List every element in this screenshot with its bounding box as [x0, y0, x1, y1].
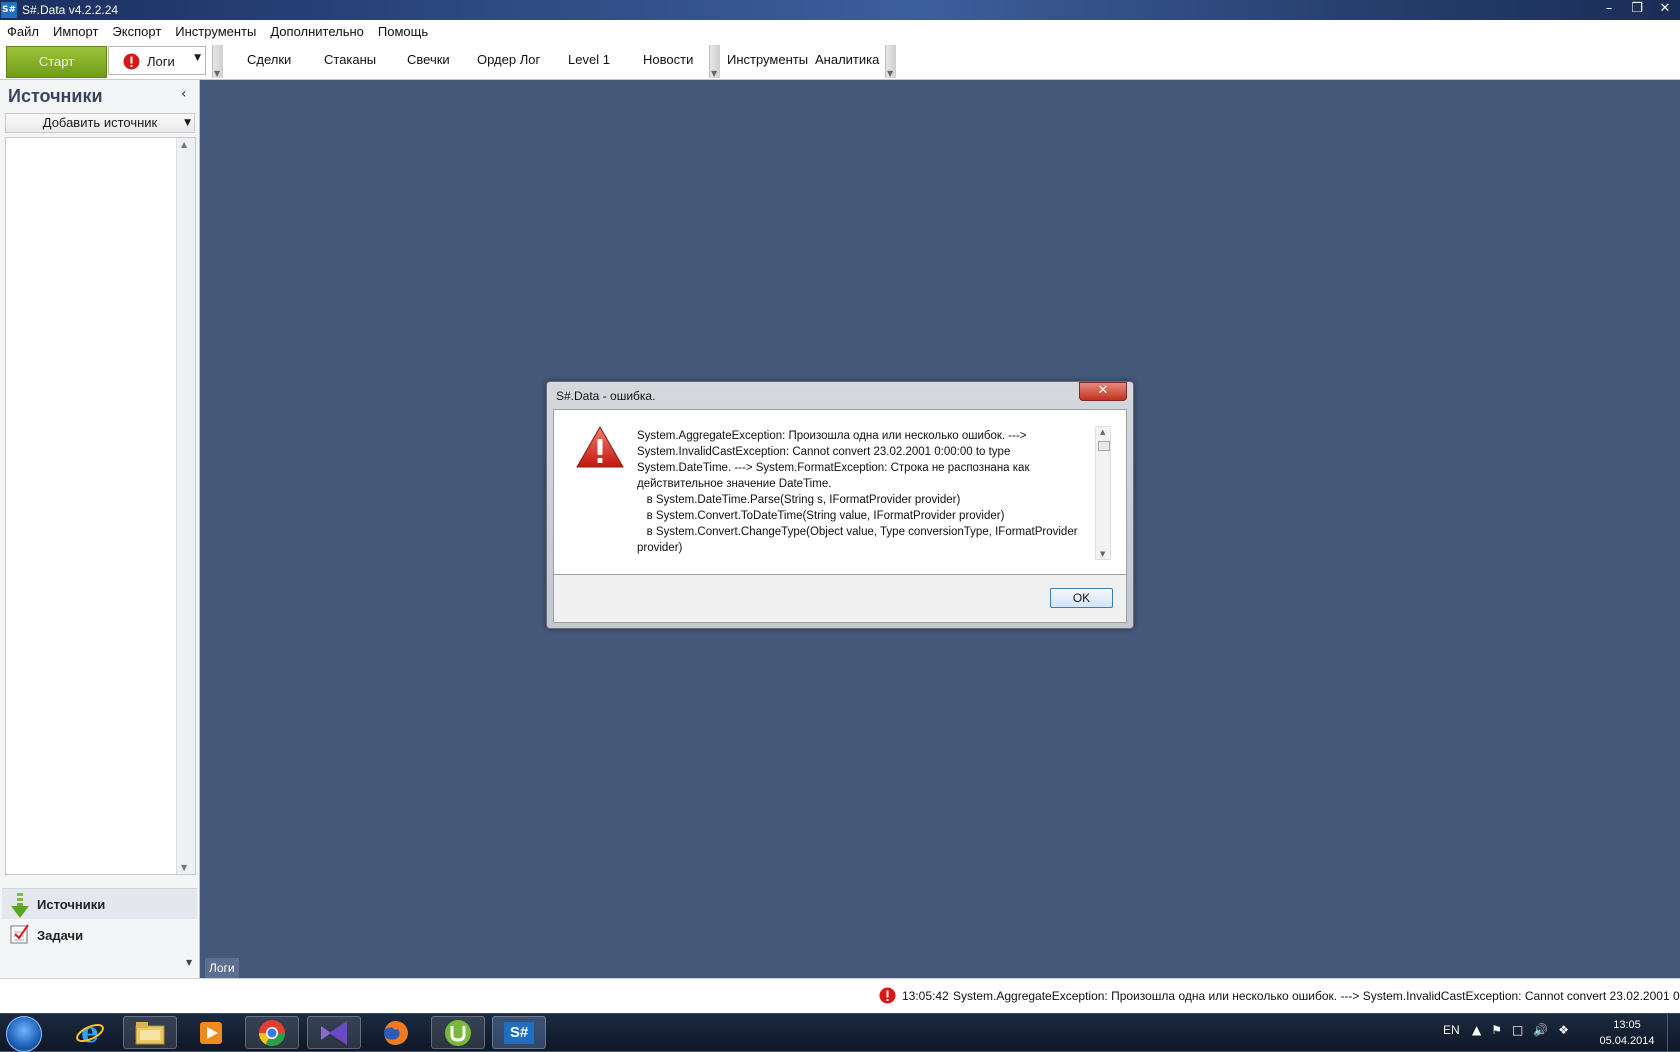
clock-date: 05.04.2014 [1599, 1035, 1655, 1047]
minimize-icon[interactable]: – [1600, 0, 1618, 18]
chrome-icon[interactable] [245, 1016, 299, 1049]
tab-level1[interactable]: Level 1 [568, 52, 610, 67]
network-icon[interactable]: □ [1512, 1023, 1523, 1037]
scroll-down-icon[interactable]: ▼ [181, 863, 187, 872]
title-bar: S# S#.Data v4.2.2.24 – ❐ ✕ [0, 0, 1680, 20]
utorrent-icon[interactable] [431, 1016, 485, 1049]
logs-panel-tab[interactable]: Логи [205, 958, 239, 978]
checklist-icon [10, 924, 30, 947]
action-center-flag-icon[interactable]: ⚑ [1491, 1023, 1502, 1037]
sidebar-item-label: Задачи [37, 928, 84, 943]
scroll-thumb[interactable] [1098, 441, 1110, 451]
maximize-icon[interactable]: ❐ [1628, 0, 1646, 18]
error-dialog: S#.Data - ошибка. ✕ System.AggregateExce… [546, 381, 1134, 629]
toolbar-grip[interactable]: ▼ [709, 45, 720, 78]
clock-time: 13:05 [1613, 1019, 1641, 1031]
vertical-scrollbar[interactable]: ▲ ▼ [176, 138, 195, 874]
chevron-down-icon[interactable]: ▼ [186, 958, 192, 967]
message-scrollbar[interactable]: ▲ ▼ [1095, 426, 1111, 560]
close-icon[interactable]: ✕ [1656, 0, 1674, 18]
window-title: S#.Data v4.2.2.24 [22, 3, 119, 17]
tab-news[interactable]: Новости [643, 52, 693, 67]
dialog-title: S#.Data - ошибка. [556, 389, 656, 403]
menu-import[interactable]: Импорт [46, 24, 105, 39]
source-list[interactable]: ▲ ▼ [5, 137, 196, 875]
error-message: System.AggregateException: Произошла одн… [637, 430, 1078, 554]
menu-file[interactable]: Файл [0, 24, 46, 39]
error-icon [879, 987, 896, 1007]
tab-order-log[interactable]: Ордер Лог [477, 52, 540, 67]
scroll-down-icon[interactable]: ▼ [1100, 550, 1105, 558]
logs-label: Логи [147, 54, 175, 69]
scroll-up-icon[interactable]: ▲ [181, 140, 187, 149]
tab-analytics[interactable]: Аналитика [815, 52, 879, 67]
download-arrow-icon [10, 893, 30, 922]
taskbar: e S# EN ▲ ⚑ □ 🔊 ❖ 13:05 05.04.2014 [0, 1013, 1680, 1052]
tab-candles[interactable]: Свечки [407, 52, 450, 67]
tab-instruments[interactable]: Инструменты [727, 52, 808, 67]
status-message: System.AggregateException: Произошла одн… [953, 989, 1680, 1003]
toolbar-grip[interactable]: ▼ [212, 45, 223, 78]
sources-sidebar: Источники ‹ Добавить источник ▼ ▲ ▼ Исто… [0, 80, 200, 978]
menu-extra[interactable]: Дополнительно [263, 24, 371, 39]
language-indicator[interactable]: EN [1443, 1023, 1460, 1037]
tray-expand-icon[interactable]: ▲ [1472, 1023, 1481, 1037]
menu-export[interactable]: Экспорт [105, 24, 168, 39]
close-icon[interactable]: ✕ [1079, 382, 1127, 401]
stocksharp-label: S# [504, 1021, 534, 1044]
sidebar-title: Источники [8, 86, 103, 106]
warning-icon [576, 425, 624, 471]
add-source-label: Добавить источник [42, 115, 158, 130]
error-icon [123, 53, 140, 73]
sidebar-item-sources[interactable]: Источники [2, 888, 197, 919]
volume-icon[interactable]: 🔊 [1533, 1023, 1548, 1037]
start-button[interactable]: Старт [6, 46, 107, 78]
show-desktop-button[interactable] [1667, 1014, 1680, 1051]
status-time: 13:05:42 [902, 989, 949, 1003]
stocksharp-icon[interactable]: S# [492, 1016, 546, 1049]
sidebar-item-label: Источники [37, 897, 106, 912]
ok-button[interactable]: OK [1050, 588, 1113, 608]
menu-tools[interactable]: Инструменты [168, 24, 263, 39]
firefox-icon[interactable] [369, 1016, 423, 1049]
status-bar: 13:05:42 System.AggregateException: Прои… [0, 978, 1680, 1014]
media-player-icon[interactable] [184, 1016, 238, 1049]
menu-bar: Файл Импорт Экспорт Инструменты Дополнит… [0, 20, 1680, 43]
chevron-down-icon: ▼ [194, 53, 201, 63]
app-icon: S# [1, 2, 17, 18]
add-source-dropdown[interactable]: Добавить источник ▼ [5, 113, 195, 133]
scroll-up-icon[interactable]: ▲ [1100, 428, 1105, 436]
dialog-body: System.AggregateException: Произошла одн… [553, 409, 1127, 575]
dropbox-icon[interactable]: ❖ [1558, 1023, 1569, 1037]
chevron-down-icon: ▼ [184, 118, 191, 128]
internet-explorer-icon[interactable]: e [63, 1016, 117, 1049]
toolbar: Старт Логи ▼ ▼ Сделки Стаканы Свечки Орд… [0, 42, 1680, 80]
visual-studio-icon[interactable] [307, 1016, 361, 1049]
logs-dropdown-button[interactable]: Логи ▼ [108, 46, 206, 75]
file-explorer-icon[interactable] [123, 1016, 177, 1049]
svg-text:e: e [81, 1018, 99, 1048]
tab-trades[interactable]: Сделки [247, 52, 291, 67]
toolbar-grip[interactable]: ▼ [885, 45, 896, 78]
tab-depth[interactable]: Стаканы [324, 52, 376, 67]
menu-help[interactable]: Помощь [371, 24, 435, 39]
sidebar-item-tasks[interactable]: Задачи [2, 920, 197, 950]
windows-start-icon[interactable] [6, 1016, 42, 1052]
dialog-footer: OK [553, 575, 1127, 623]
system-clock[interactable]: 13:05 05.04.2014 [1588, 1017, 1666, 1049]
collapse-icon[interactable]: ‹ [181, 86, 187, 102]
